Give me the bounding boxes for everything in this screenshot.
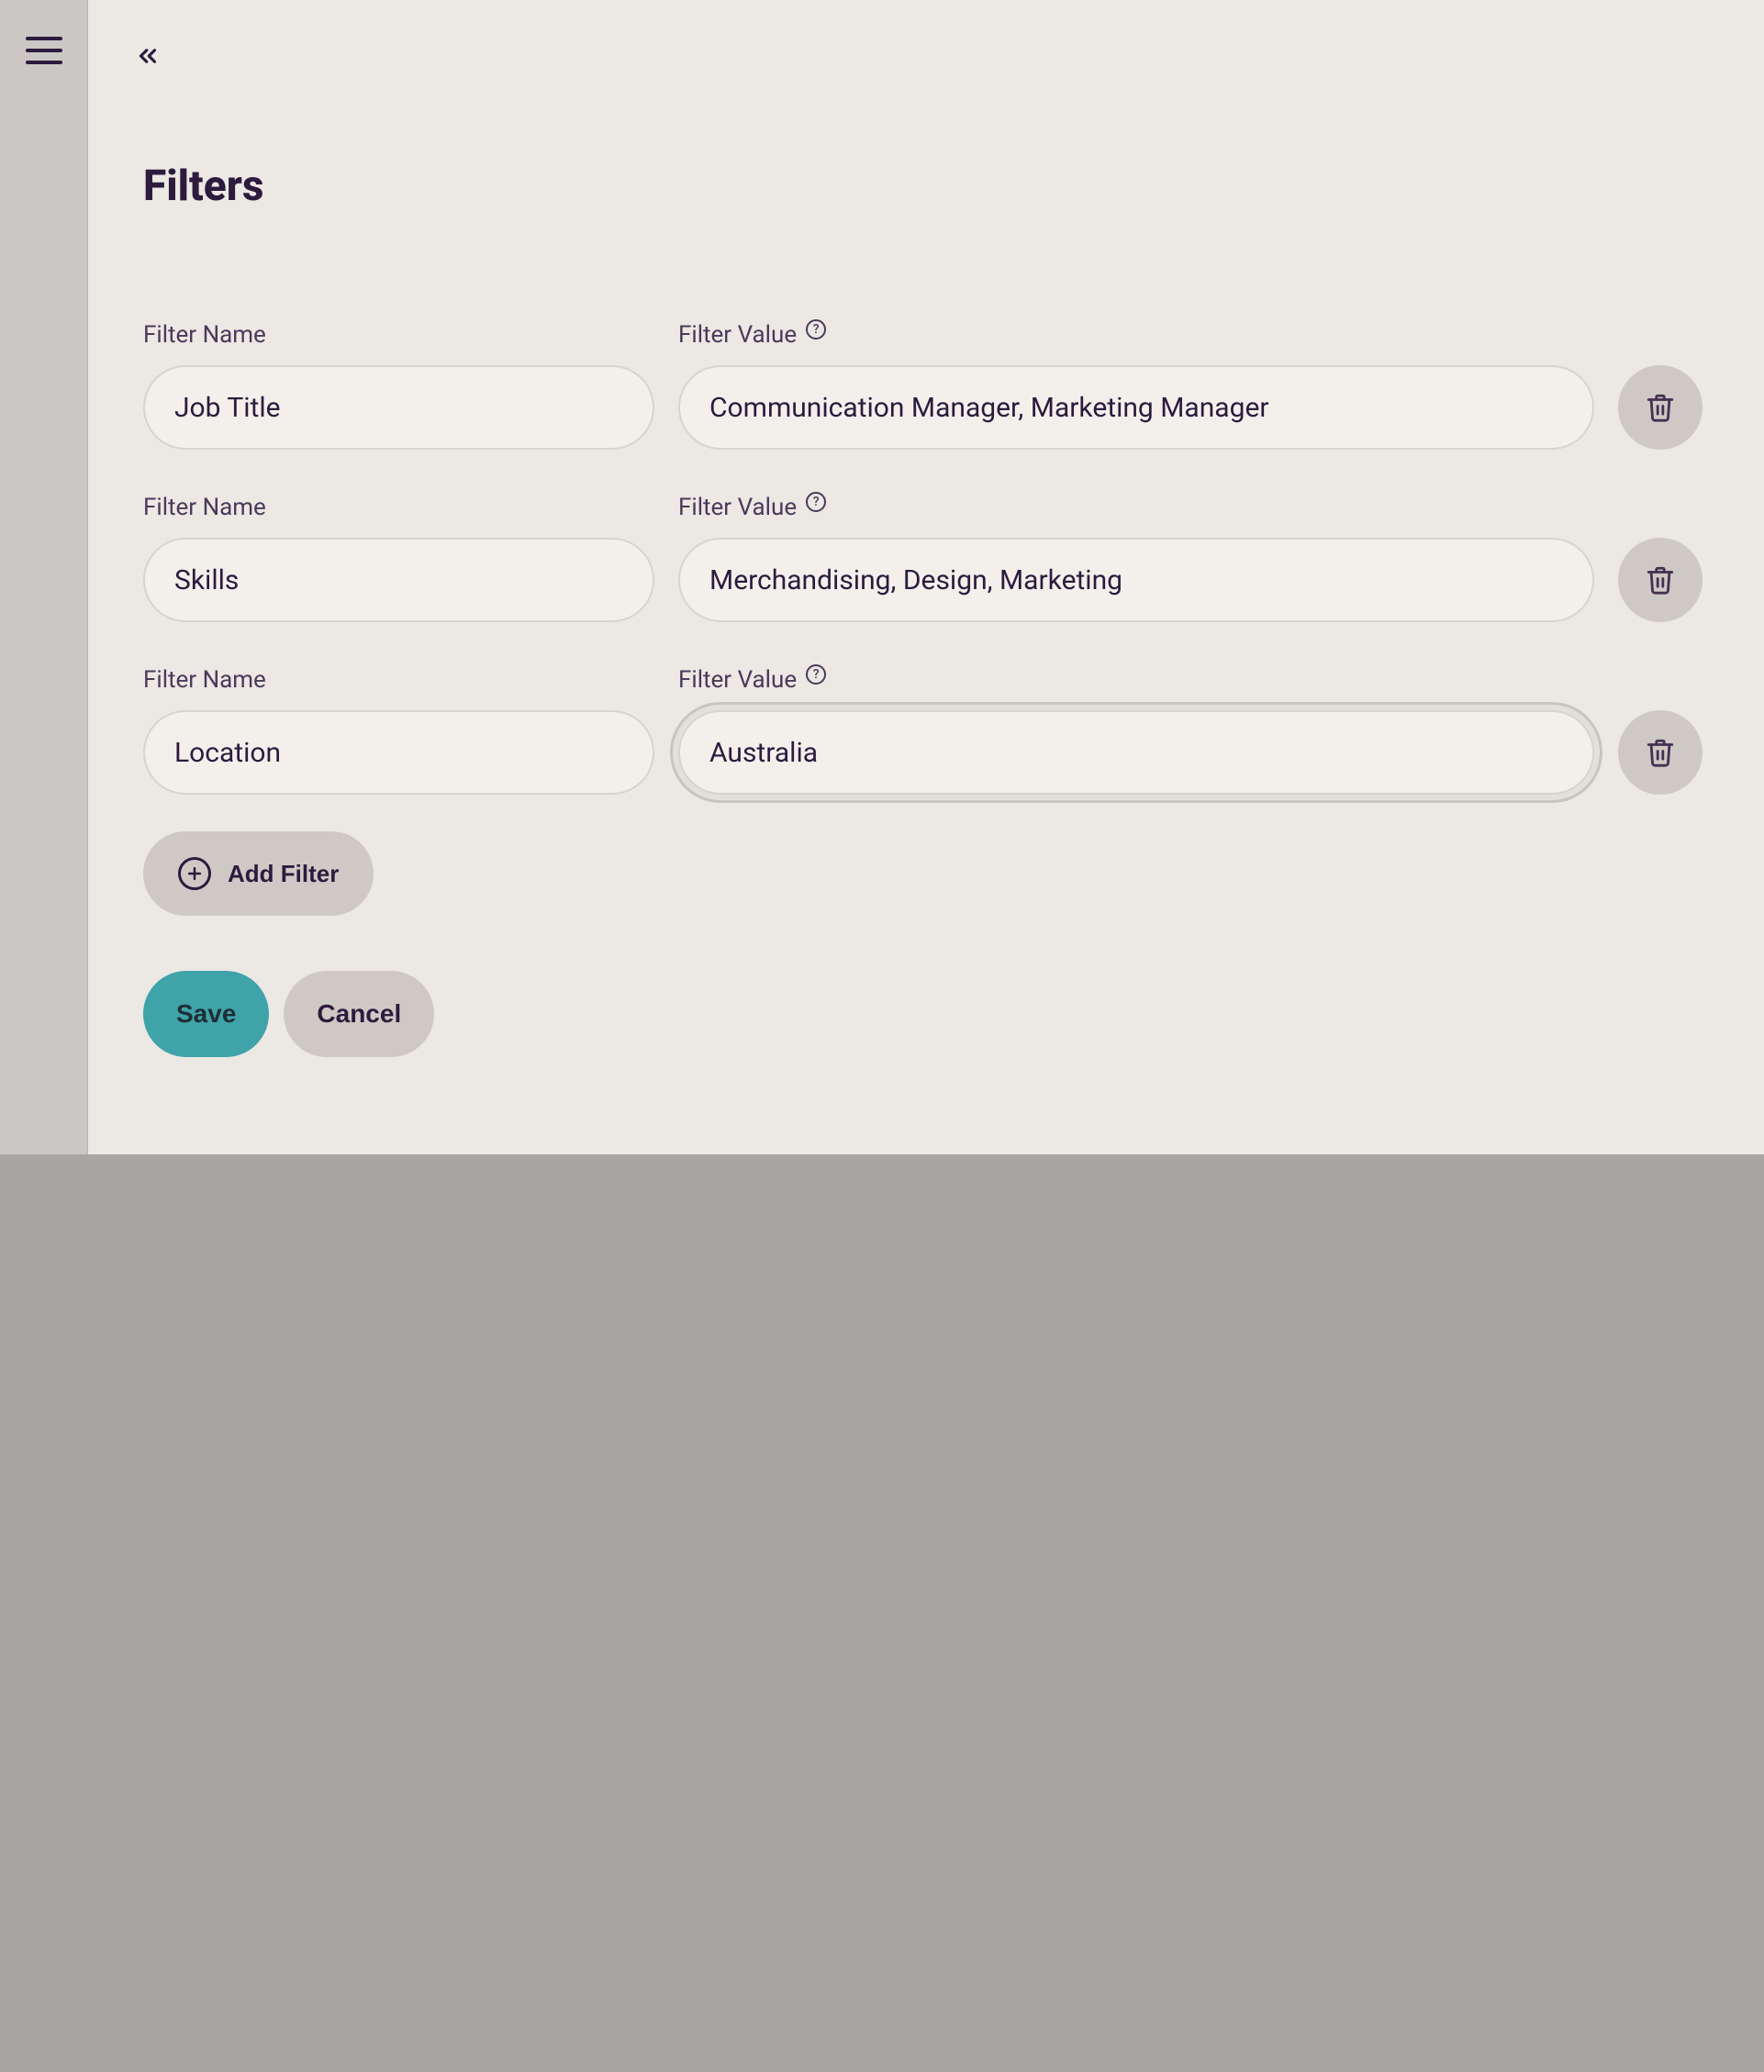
help-icon[interactable]: ?: [806, 319, 826, 340]
filters-panel: Filters Filter Name Filter Value ?: [88, 0, 1764, 1169]
filter-name-input[interactable]: [143, 710, 654, 795]
filter-value-label: Filter Value ?: [678, 321, 1594, 349]
filter-value-group: Filter Value ?: [678, 494, 1594, 622]
filter-value-input[interactable]: [678, 538, 1594, 622]
filter-name-input[interactable]: [143, 365, 654, 450]
filter-value-group: Filter Value ?: [678, 666, 1594, 795]
collapse-panel-chevron-icon[interactable]: [134, 42, 162, 70]
filter-value-label-text: Filter Value: [678, 494, 797, 521]
delete-filter-button[interactable]: [1618, 538, 1703, 622]
filter-row: Filter Name Filter Value ?: [143, 321, 1709, 450]
plus-circle-icon: [178, 857, 211, 890]
trash-icon: [1645, 737, 1676, 768]
filter-value-label-text: Filter Value: [678, 321, 797, 349]
hamburger-menu-icon[interactable]: [26, 37, 62, 64]
add-filter-label: Add Filter: [228, 860, 339, 888]
filter-value-label-text: Filter Value: [678, 666, 797, 694]
delete-filter-button[interactable]: [1618, 365, 1703, 450]
filter-name-group: Filter Name: [143, 321, 654, 450]
filter-value-label: Filter Value ?: [678, 666, 1594, 694]
left-sidebar: [0, 0, 88, 1169]
filter-name-input[interactable]: [143, 538, 654, 622]
filter-list: Filter Name Filter Value ?: [143, 321, 1709, 795]
trash-icon: [1645, 564, 1676, 596]
help-icon[interactable]: ?: [806, 492, 826, 512]
delete-filter-button[interactable]: [1618, 710, 1703, 795]
save-button[interactable]: Save: [143, 971, 269, 1057]
action-buttons: Save Cancel: [143, 971, 1709, 1057]
trash-icon: [1645, 392, 1676, 423]
filter-value-group: Filter Value ?: [678, 321, 1594, 450]
filter-value-label: Filter Value ?: [678, 494, 1594, 521]
filter-name-label: Filter Name: [143, 494, 654, 521]
filter-name-group: Filter Name: [143, 666, 654, 795]
background-strip: [0, 1154, 1764, 2072]
filter-name-label: Filter Name: [143, 666, 654, 694]
filter-value-input[interactable]: [678, 710, 1594, 795]
filter-name-label: Filter Name: [143, 321, 654, 349]
filter-row: Filter Name Filter Value ?: [143, 494, 1709, 622]
filter-row: Filter Name Filter Value ?: [143, 666, 1709, 795]
filter-name-group: Filter Name: [143, 494, 654, 622]
cancel-button[interactable]: Cancel: [284, 971, 434, 1057]
add-filter-button[interactable]: Add Filter: [143, 831, 374, 916]
page-title: Filters: [143, 162, 1709, 211]
help-icon[interactable]: ?: [806, 664, 826, 685]
filter-value-input[interactable]: [678, 365, 1594, 450]
